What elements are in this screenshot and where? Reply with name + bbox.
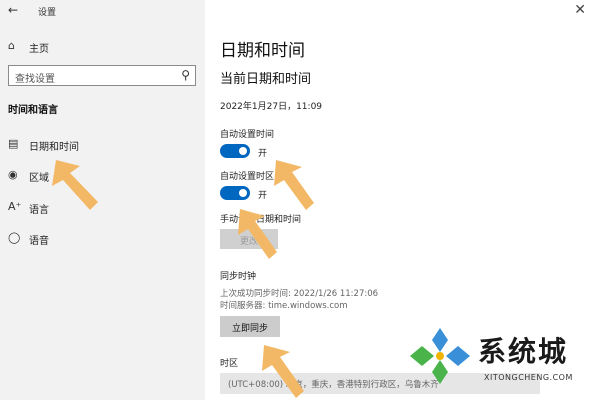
annotation-arrow-icon (238, 209, 277, 259)
sync-now-button[interactable]: 立即同步 (220, 316, 280, 337)
page-title: 日期和时间 (220, 41, 305, 61)
watermark-url: XITONGCHENG.COM (484, 373, 573, 382)
section-title: 时间和语言 (8, 105, 58, 116)
watermark-logo-icon (410, 328, 470, 384)
home-icon: ⌂ (8, 39, 15, 52)
auto-timezone-state: 开 (258, 191, 268, 201)
current-datetime-heading: 当前日期和时间 (220, 72, 312, 87)
auto-time-state: 开 (258, 149, 268, 159)
sync-clock-title: 同步时钟 (220, 272, 257, 282)
sidebar-item-label: 区域 (29, 173, 49, 184)
sidebar-item-label: 语言 (29, 205, 49, 216)
sync-now-label: 立即同步 (231, 324, 268, 334)
search-placeholder: 查找设置 (15, 74, 55, 85)
timezone-label: 时区 (220, 359, 239, 369)
close-icon[interactable]: ✕ (574, 2, 586, 18)
home-label: 主页 (29, 44, 49, 55)
annotation-arrow-icon (262, 345, 304, 398)
home-nav-item[interactable]: ⌂ 主页 (0, 36, 205, 56)
auto-timezone-toggle[interactable] (220, 186, 250, 200)
microphone-icon: ◯ (8, 231, 21, 244)
search-icon[interactable]: ⚲ (181, 68, 190, 82)
auto-time-toggle[interactable] (220, 144, 250, 158)
toggle-knob (239, 147, 247, 155)
sidebar: ← 设置 ⌂ 主页 查找设置 ⚲ 时间和语言 ▤ 日期和时间 ◉ 区域 A⁺ 语… (0, 0, 205, 400)
last-sync-text: 上次成功同步时间: 2022/1/26 11:27:06 (220, 289, 379, 299)
auto-timezone-label: 自动设置时区 (220, 172, 275, 182)
annotation-arrow-icon (52, 160, 98, 210)
search-input[interactable]: 查找设置 ⚲ (8, 65, 196, 86)
time-server-text: 时间服务器: time.windows.com (220, 301, 348, 311)
sidebar-item-label: 语音 (29, 236, 49, 247)
language-icon: A⁺ (8, 200, 22, 213)
title-bar: ← 设置 (0, 0, 205, 22)
sidebar-item-date-time[interactable]: ▤ 日期和时间 (0, 132, 205, 156)
toggle-knob (239, 189, 247, 197)
globe-icon: ◉ (8, 168, 18, 181)
annotation-arrow-icon (274, 160, 314, 210)
sidebar-item-region[interactable]: ◉ 区域 (0, 163, 205, 187)
watermark-text: 系统城 (478, 335, 569, 368)
sidebar-item-speech[interactable]: ◯ 语音 (0, 226, 205, 250)
clock-calendar-icon: ▤ (8, 137, 19, 150)
current-datetime-value: 2022年1月27日，11:09 (220, 102, 323, 112)
sidebar-item-language[interactable]: A⁺ 语言 (0, 195, 205, 219)
app-title: 设置 (38, 8, 57, 18)
sidebar-item-label: 日期和时间 (29, 142, 79, 153)
auto-time-label: 自动设置时间 (220, 130, 275, 140)
back-arrow-icon[interactable]: ← (8, 3, 18, 17)
